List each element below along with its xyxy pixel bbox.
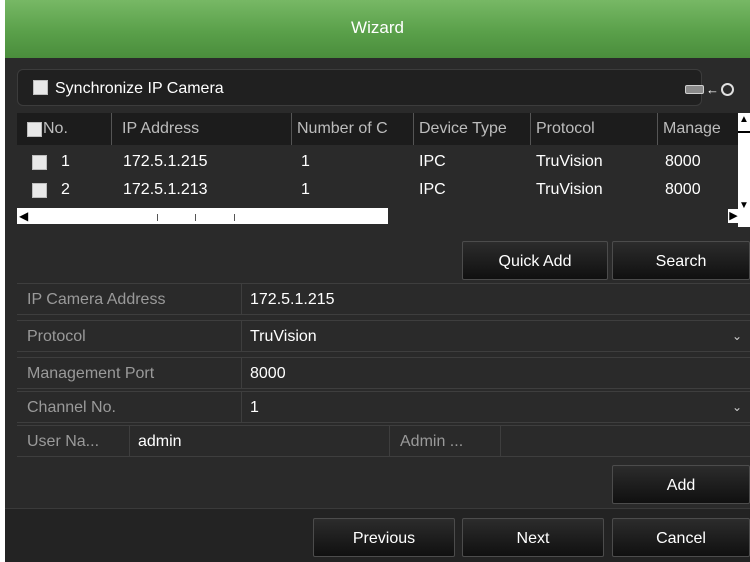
column-tick [195, 214, 196, 221]
camera-icon [721, 83, 734, 97]
channel-row: Channel No. 1 ⌄ [17, 391, 750, 423]
window-title: Wizard [351, 18, 404, 37]
recorder-icon [685, 85, 704, 95]
horizontal-scrollbar[interactable]: ◀ [17, 208, 388, 224]
row-management-port: 8000 [665, 153, 701, 170]
sync-camera-icon[interactable]: ← [685, 81, 747, 97]
management-port-label: Management Port [17, 358, 242, 389]
scroll-down-icon[interactable]: ▼ [738, 199, 750, 213]
row-device-type: IPC [419, 153, 446, 170]
row-ip-address: 172.5.1.213 [123, 181, 208, 198]
channel-select[interactable]: 1 [250, 392, 259, 423]
user-name-label: User Na... [17, 426, 130, 457]
search-button[interactable]: Search [612, 241, 750, 280]
scroll-right-icon[interactable]: ▶ [728, 209, 739, 223]
ip-address-input[interactable]: 172.5.1.215 [250, 284, 335, 315]
row-checkbox[interactable] [32, 183, 47, 198]
password-input[interactable] [509, 426, 749, 457]
scroll-left-icon[interactable]: ◀ [19, 208, 28, 224]
synchronize-label: Synchronize IP Camera [55, 80, 224, 97]
column-no[interactable]: No. [17, 113, 112, 145]
next-button[interactable]: Next [462, 518, 604, 557]
synchronize-checkbox[interactable] [33, 80, 48, 95]
row-ip-address: 172.5.1.215 [123, 153, 208, 170]
row-no: 1 [61, 153, 70, 170]
column-device-type[interactable]: Device Type [414, 113, 531, 145]
quick-add-button[interactable]: Quick Add [462, 241, 608, 280]
cancel-button[interactable]: Cancel [612, 518, 750, 557]
chevron-down-icon[interactable]: ⌄ [732, 321, 742, 352]
table-row[interactable]: 2 172.5.1.213 1 IPC TruVision 8000 [17, 177, 735, 203]
user-name-input[interactable]: admin [138, 426, 388, 457]
column-tick [157, 214, 158, 221]
arrow-left-icon: ← [706, 82, 719, 98]
row-protocol: TruVision [536, 153, 603, 170]
ip-address-row: IP Camera Address 172.5.1.215 [17, 283, 750, 315]
column-protocol[interactable]: Protocol [531, 113, 658, 145]
scroll-thumb[interactable] [738, 127, 750, 133]
row-channel-count: 1 [301, 181, 310, 198]
chevron-down-icon[interactable]: ⌄ [732, 392, 742, 423]
row-protocol: TruVision [536, 181, 603, 198]
title-bar: Wizard [5, 0, 750, 58]
footer-bar: Previous Next Cancel [5, 508, 750, 562]
table-header: No. IP Address Number of C Device Type P… [17, 113, 750, 145]
row-management-port: 8000 [665, 181, 701, 198]
table-row[interactable]: 1 172.5.1.215 1 IPC TruVision 8000 [17, 149, 735, 175]
column-tick [234, 214, 235, 221]
vertical-scrollbar[interactable]: ▲ ▼ [738, 113, 750, 227]
add-button[interactable]: Add [612, 465, 750, 504]
column-ip-address[interactable]: IP Address [112, 113, 292, 145]
protocol-row: Protocol TruVision ⌄ [17, 320, 750, 352]
column-management-port[interactable]: Manage [658, 113, 738, 145]
protocol-select[interactable]: TruVision [250, 321, 317, 352]
credentials-row: User Na... admin Admin ... [17, 425, 750, 457]
channel-label: Channel No. [17, 392, 242, 423]
synchronize-row: Synchronize IP Camera [17, 69, 702, 106]
row-channel-count: 1 [301, 153, 310, 170]
row-device-type: IPC [419, 181, 446, 198]
ip-address-label: IP Camera Address [17, 284, 242, 315]
row-no: 2 [61, 181, 70, 198]
protocol-label: Protocol [17, 321, 242, 352]
previous-button[interactable]: Previous [313, 518, 455, 557]
wizard-window: Wizard Synchronize IP Camera ← No. IP Ad… [5, 0, 750, 562]
scroll-up-icon[interactable]: ▲ [738, 113, 750, 127]
column-number-of-channels[interactable]: Number of C [292, 113, 414, 145]
row-checkbox[interactable] [32, 155, 47, 170]
management-port-row: Management Port 8000 [17, 357, 750, 389]
password-label: Admin ... [389, 426, 501, 457]
management-port-input[interactable]: 8000 [250, 358, 286, 389]
